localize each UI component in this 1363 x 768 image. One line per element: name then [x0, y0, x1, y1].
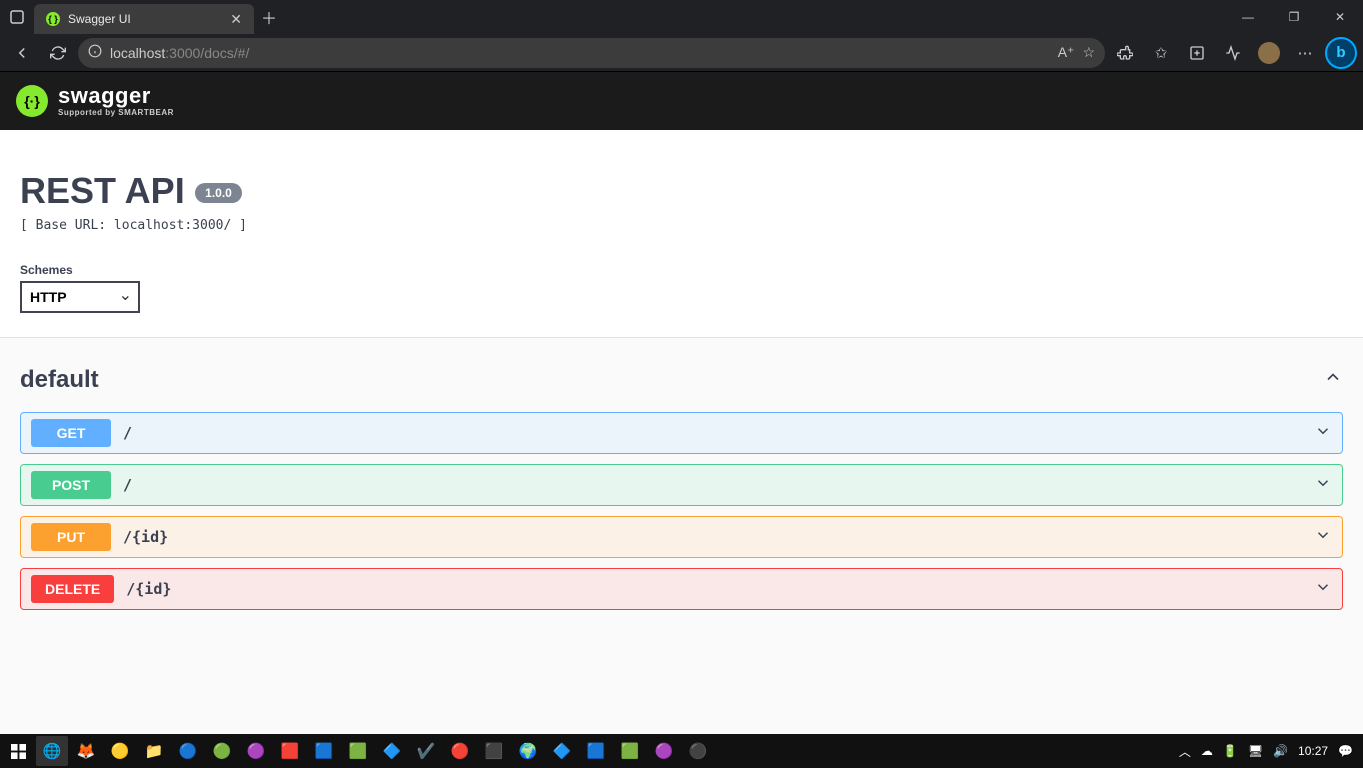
start-button[interactable] [2, 736, 34, 766]
tab-title: Swagger UI [68, 12, 131, 26]
endpoint-path: / [123, 424, 132, 442]
http-method-badge: PUT [31, 523, 111, 551]
taskbar-firefox-icon[interactable]: 🦊 [70, 736, 102, 766]
taskbar-powerpoint-icon[interactable]: 🟥 [274, 736, 306, 766]
more-icon[interactable]: ⋯ [1289, 37, 1321, 69]
swagger-brand: swagger Supported by SMARTBEAR [58, 85, 174, 117]
http-method-badge: GET [31, 419, 111, 447]
taskbar-app4-icon[interactable]: 🌍 [512, 736, 544, 766]
new-tab-button[interactable]: ＋ [254, 0, 284, 34]
opblock-delete[interactable]: DELETE /{id} [20, 568, 1343, 610]
taskbar-trello-icon[interactable]: 🟦 [580, 736, 612, 766]
http-method-badge: POST [31, 471, 111, 499]
taskbar-edge-icon[interactable]: 🌐 [36, 736, 68, 766]
swagger-favicon-icon: { } [46, 12, 60, 26]
favorite-icon[interactable]: ☆ [1082, 44, 1095, 61]
windows-taskbar: 🌐 🦊 🟡 📁 🔵 🟢 🟣 🟥 🟦 🟩 🔷 ✔️ 🔴 ⬛ 🌍 🔷 🟦 🟩 🟣 ⚫… [0, 734, 1363, 768]
tag-section: default GET / POST / PUT /{id} DELETE /{id} [0, 338, 1363, 630]
browser-titlebar: { } Swagger UI ✕ ＋ ― ❐ ✕ [0, 0, 1363, 34]
chevron-up-icon [1323, 367, 1343, 393]
close-window-button[interactable]: ✕ [1317, 0, 1363, 34]
profile-icon[interactable] [1253, 37, 1285, 69]
base-url: [ Base URL: localhost:3000/ ] [20, 218, 1343, 233]
info-section: REST API 1.0.0 [ Base URL: localhost:300… [0, 130, 1363, 253]
endpoint-path: /{id} [123, 528, 168, 546]
opblock-get[interactable]: GET / [20, 412, 1343, 454]
tray-volume-icon[interactable]: 🔊 [1273, 744, 1288, 758]
swagger-logo-icon: {·} [16, 85, 48, 117]
tray-battery-icon[interactable]: 🔋 [1223, 744, 1238, 758]
refresh-button[interactable] [42, 37, 74, 69]
http-method-badge: DELETE [31, 575, 114, 603]
taskbar-app3-icon[interactable]: ⬛ [478, 736, 510, 766]
schemes-select[interactable]: HTTP [20, 281, 140, 313]
system-tray[interactable]: ︿ ☁ 🔋 🖥 🔊 10:27 💬 [1171, 743, 1361, 760]
taskbar-app5-icon[interactable]: 🟩 [614, 736, 646, 766]
tray-cloud-icon[interactable]: ☁ [1201, 744, 1213, 758]
tag-header[interactable]: default [20, 358, 1343, 402]
version-badge: 1.0.0 [195, 183, 242, 203]
taskbar-todo-icon[interactable]: ✔️ [410, 736, 442, 766]
endpoint-path: /{id} [126, 580, 171, 598]
close-tab-icon[interactable]: ✕ [230, 11, 242, 28]
taskbar-onenote-icon[interactable]: 🟣 [240, 736, 272, 766]
taskbar-excel-icon[interactable]: 🟩 [342, 736, 374, 766]
site-info-icon[interactable] [88, 44, 102, 61]
chevron-down-icon [1314, 422, 1332, 445]
address-bar[interactable]: localhost:3000/docs/#/ A⁺ ☆ [78, 38, 1105, 68]
chevron-down-icon [1314, 474, 1332, 497]
read-aloud-icon[interactable]: A⁺ [1058, 44, 1075, 61]
tray-clock[interactable]: 10:27 [1298, 744, 1328, 758]
window-controls: ― ❐ ✕ [1225, 0, 1363, 34]
swagger-content: REST API 1.0.0 [ Base URL: localhost:300… [0, 130, 1363, 734]
taskbar-app2-icon[interactable]: 🔴 [444, 736, 476, 766]
taskbar-chrome-icon[interactable]: 🟡 [104, 736, 136, 766]
endpoint-path: / [123, 476, 132, 494]
schemes-label: Schemes [20, 263, 1343, 277]
taskbar-app6-icon[interactable]: ⚫ [682, 736, 714, 766]
taskbar-discord-icon[interactable]: 🟣 [648, 736, 680, 766]
back-button[interactable] [6, 37, 38, 69]
tray-notifications-icon[interactable]: 💬 [1338, 744, 1353, 758]
taskbar-vscode-icon[interactable]: 🔷 [546, 736, 578, 766]
taskbar-word-icon[interactable]: 🟦 [308, 736, 340, 766]
tab-actions-button[interactable] [0, 0, 34, 34]
collections-icon[interactable] [1181, 37, 1213, 69]
swagger-topbar: {·} swagger Supported by SMARTBEAR [0, 72, 1363, 130]
tag-name: default [20, 366, 99, 394]
url-text: localhost:3000/docs/#/ [110, 45, 1050, 61]
schemes-section: Schemes HTTP [0, 253, 1363, 338]
chevron-down-icon [1314, 526, 1332, 549]
taskbar-skype-icon[interactable]: 🔵 [172, 736, 204, 766]
browser-toolbar: localhost:3000/docs/#/ A⁺ ☆ ✩ ⋯ b [0, 34, 1363, 72]
taskbar-app1-icon[interactable]: 🔷 [376, 736, 408, 766]
opblock-put[interactable]: PUT /{id} [20, 516, 1343, 558]
chevron-down-icon [1314, 578, 1332, 601]
taskbar-explorer-icon[interactable]: 📁 [138, 736, 170, 766]
taskbar-whatsapp-icon[interactable]: 🟢 [206, 736, 238, 766]
browser-tab[interactable]: { } Swagger UI ✕ [34, 4, 254, 34]
tray-chevron-icon[interactable]: ︿ [1179, 743, 1191, 760]
opblock-post[interactable]: POST / [20, 464, 1343, 506]
maximize-button[interactable]: ❐ [1271, 0, 1317, 34]
bing-icon[interactable]: b [1325, 37, 1357, 69]
api-title: REST API [20, 170, 185, 212]
favorites-icon[interactable]: ✩ [1145, 37, 1177, 69]
tray-display-icon[interactable]: 🖥 [1248, 744, 1263, 758]
extensions-icon[interactable] [1109, 37, 1141, 69]
performance-icon[interactable] [1217, 37, 1249, 69]
minimize-button[interactable]: ― [1225, 0, 1271, 34]
